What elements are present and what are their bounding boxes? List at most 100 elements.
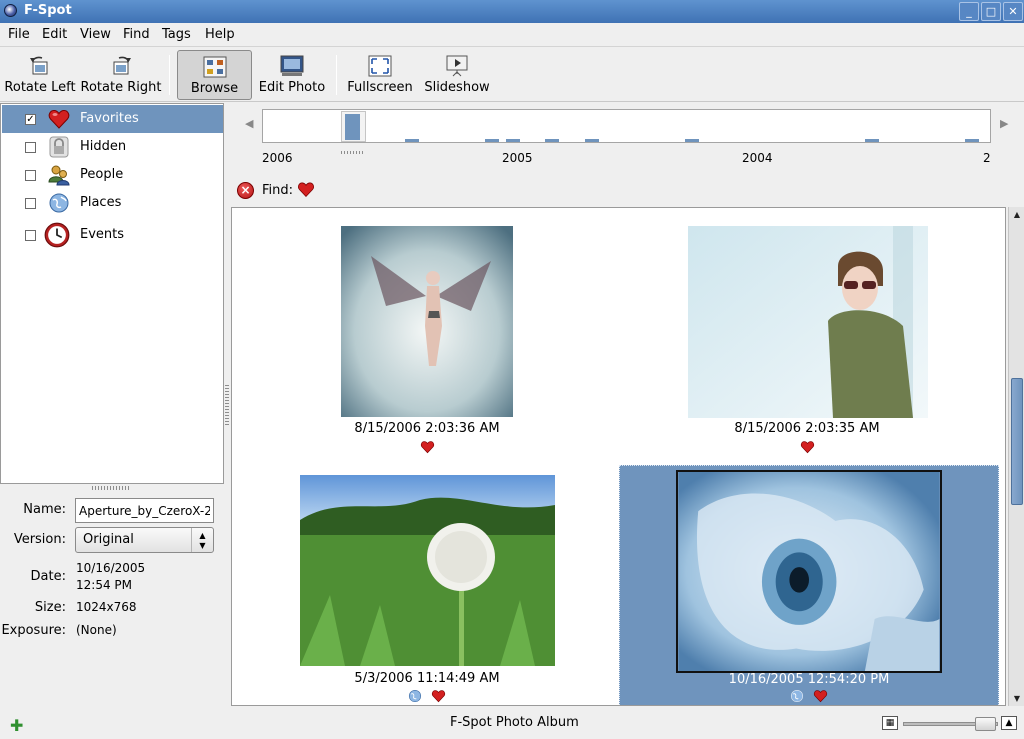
timeline-year: 2006	[262, 151, 293, 165]
find-bar: × Find:	[232, 176, 1024, 204]
timeline-bar	[685, 139, 699, 142]
heart-icon[interactable]	[297, 181, 315, 198]
photo-emblems	[252, 439, 602, 455]
size-label: Size:	[34, 600, 66, 615]
timeline-selection	[345, 114, 360, 140]
fullscreen-button[interactable]: Fullscreen	[346, 50, 414, 100]
tag-checkbox[interactable]	[25, 230, 36, 241]
timeline-year: 2004	[742, 151, 773, 165]
tag-label: Events	[80, 227, 125, 242]
photo-info-panel: Name: Version: Original ▲▼ Date: 10/16/2…	[0, 492, 224, 702]
name-input[interactable]	[75, 498, 214, 523]
tag-events[interactable]: Events	[2, 221, 223, 249]
menu-edit[interactable]: Edit	[42, 27, 67, 42]
add-tag-icon[interactable]: ✚	[10, 716, 23, 735]
tag-checkbox[interactable]	[25, 170, 36, 181]
scrollbar-thumb[interactable]	[1011, 378, 1023, 505]
spinner-arrows-icon: ▲ ▼	[191, 528, 213, 552]
timeline-bar	[965, 139, 979, 142]
globe-icon	[791, 689, 804, 702]
slideshow-icon	[446, 55, 468, 77]
rotate-right-button[interactable]: Rotate Right	[80, 50, 162, 100]
tag-list: ✓ Favorites Hidden People Places Events	[0, 103, 224, 484]
photo-thumbnail[interactable]	[676, 470, 942, 673]
title-bar: F-Spot _ □ ✕	[0, 0, 1024, 23]
zoom-in-icon[interactable]: ▲	[1001, 716, 1017, 730]
pane-resize-handle[interactable]	[225, 385, 229, 425]
heart-icon	[48, 109, 70, 129]
tag-people[interactable]: People	[2, 161, 223, 189]
photo-thumbnail[interactable]	[300, 475, 555, 666]
clock-icon	[44, 222, 70, 248]
scroll-down-icon[interactable]: ▼	[1011, 692, 1023, 705]
pane-resize-handle[interactable]	[92, 486, 130, 490]
photo-emblems	[620, 688, 998, 704]
size-value: 1024x768	[76, 600, 137, 614]
rotate-left-button[interactable]: Rotate Left	[4, 50, 76, 100]
tag-hidden[interactable]: Hidden	[2, 133, 223, 161]
photo-item[interactable]: 5/3/2006 11:14:49 AM	[252, 466, 602, 705]
zoom-slider-handle[interactable]	[975, 717, 996, 731]
close-button[interactable]: ✕	[1003, 2, 1023, 21]
tag-checkbox[interactable]	[25, 198, 36, 209]
scroll-up-icon[interactable]: ▲	[1011, 208, 1023, 221]
tag-checkbox[interactable]: ✓	[25, 114, 36, 125]
tag-label: Hidden	[80, 139, 127, 154]
minimize-button[interactable]: _	[959, 2, 979, 21]
timeline-drag-handle[interactable]	[341, 151, 363, 154]
timeline-bar	[865, 139, 879, 142]
photo-grid: 8/15/2006 2:03:36 AM 8/15/2006 2:03:35 A…	[231, 207, 1006, 706]
tag-favorites[interactable]: ✓ Favorites	[2, 105, 223, 133]
fullscreen-label: Fullscreen	[347, 80, 413, 95]
exposure-label: Exposure:	[1, 623, 66, 638]
globe-icon	[409, 689, 422, 702]
timeline-bar	[506, 139, 520, 142]
vertical-scrollbar[interactable]: ▲ ▼	[1008, 207, 1024, 706]
zoom-out-icon[interactable]: ▦	[882, 716, 898, 730]
browse-button[interactable]: Browse	[177, 50, 252, 100]
timeline-bar	[405, 139, 419, 142]
edit-photo-label: Edit Photo	[258, 80, 326, 95]
photo-item-selected[interactable]: 10/16/2005 12:54:20 PM	[619, 465, 999, 705]
timeline-right-arrow-icon[interactable]: ▶	[1000, 117, 1008, 130]
browse-label: Browse	[190, 81, 239, 96]
find-label: Find:	[262, 183, 294, 198]
photo-caption: 10/16/2005 12:54:20 PM	[728, 672, 890, 687]
photo-emblems	[632, 439, 982, 455]
timeline[interactable]: ◀ ▶ 2006 2005 2004 2(	[232, 103, 1024, 173]
people-icon	[48, 165, 70, 186]
edit-photo-icon	[280, 55, 304, 76]
photo-caption: 5/3/2006 11:14:49 AM	[354, 671, 500, 686]
photo-thumbnail[interactable]	[341, 226, 513, 417]
photo-item[interactable]: 8/15/2006 2:03:36 AM	[252, 218, 602, 468]
tag-checkbox[interactable]	[25, 142, 36, 153]
tag-label: People	[80, 167, 124, 182]
menu-help[interactable]: Help	[205, 27, 235, 42]
photo-thumbnail[interactable]	[688, 226, 928, 418]
timeline-bar	[485, 139, 499, 142]
rotate-left-icon	[30, 56, 48, 75]
version-select[interactable]: Original ▲ ▼	[75, 527, 214, 553]
date-label: Date:	[30, 569, 66, 584]
edit-photo-button[interactable]: Edit Photo	[258, 50, 326, 100]
rotate-right-icon	[113, 56, 131, 75]
menu-view[interactable]: View	[80, 27, 111, 42]
menu-find[interactable]: Find	[123, 27, 150, 42]
tag-label: Places	[80, 195, 122, 210]
timeline-left-arrow-icon[interactable]: ◀	[245, 117, 253, 130]
maximize-button[interactable]: □	[981, 2, 1001, 21]
menu-tags[interactable]: Tags	[162, 27, 191, 42]
version-value: Original	[83, 532, 134, 547]
slideshow-button[interactable]: Slideshow	[423, 50, 491, 100]
timeline-window[interactable]	[341, 111, 366, 142]
timeline-track[interactable]	[262, 109, 991, 143]
heart-icon	[431, 689, 445, 702]
tag-places[interactable]: Places	[2, 189, 223, 217]
exposure-value: (None)	[76, 623, 117, 637]
clear-find-icon[interactable]: ×	[237, 182, 254, 199]
menu-file[interactable]: File	[8, 27, 30, 42]
time-value: 12:54 PM	[76, 578, 132, 592]
photo-item[interactable]: 8/15/2006 2:03:35 AM	[632, 218, 982, 468]
timeline-year: 2005	[502, 151, 533, 165]
rotate-left-label: Rotate Left	[4, 80, 76, 95]
